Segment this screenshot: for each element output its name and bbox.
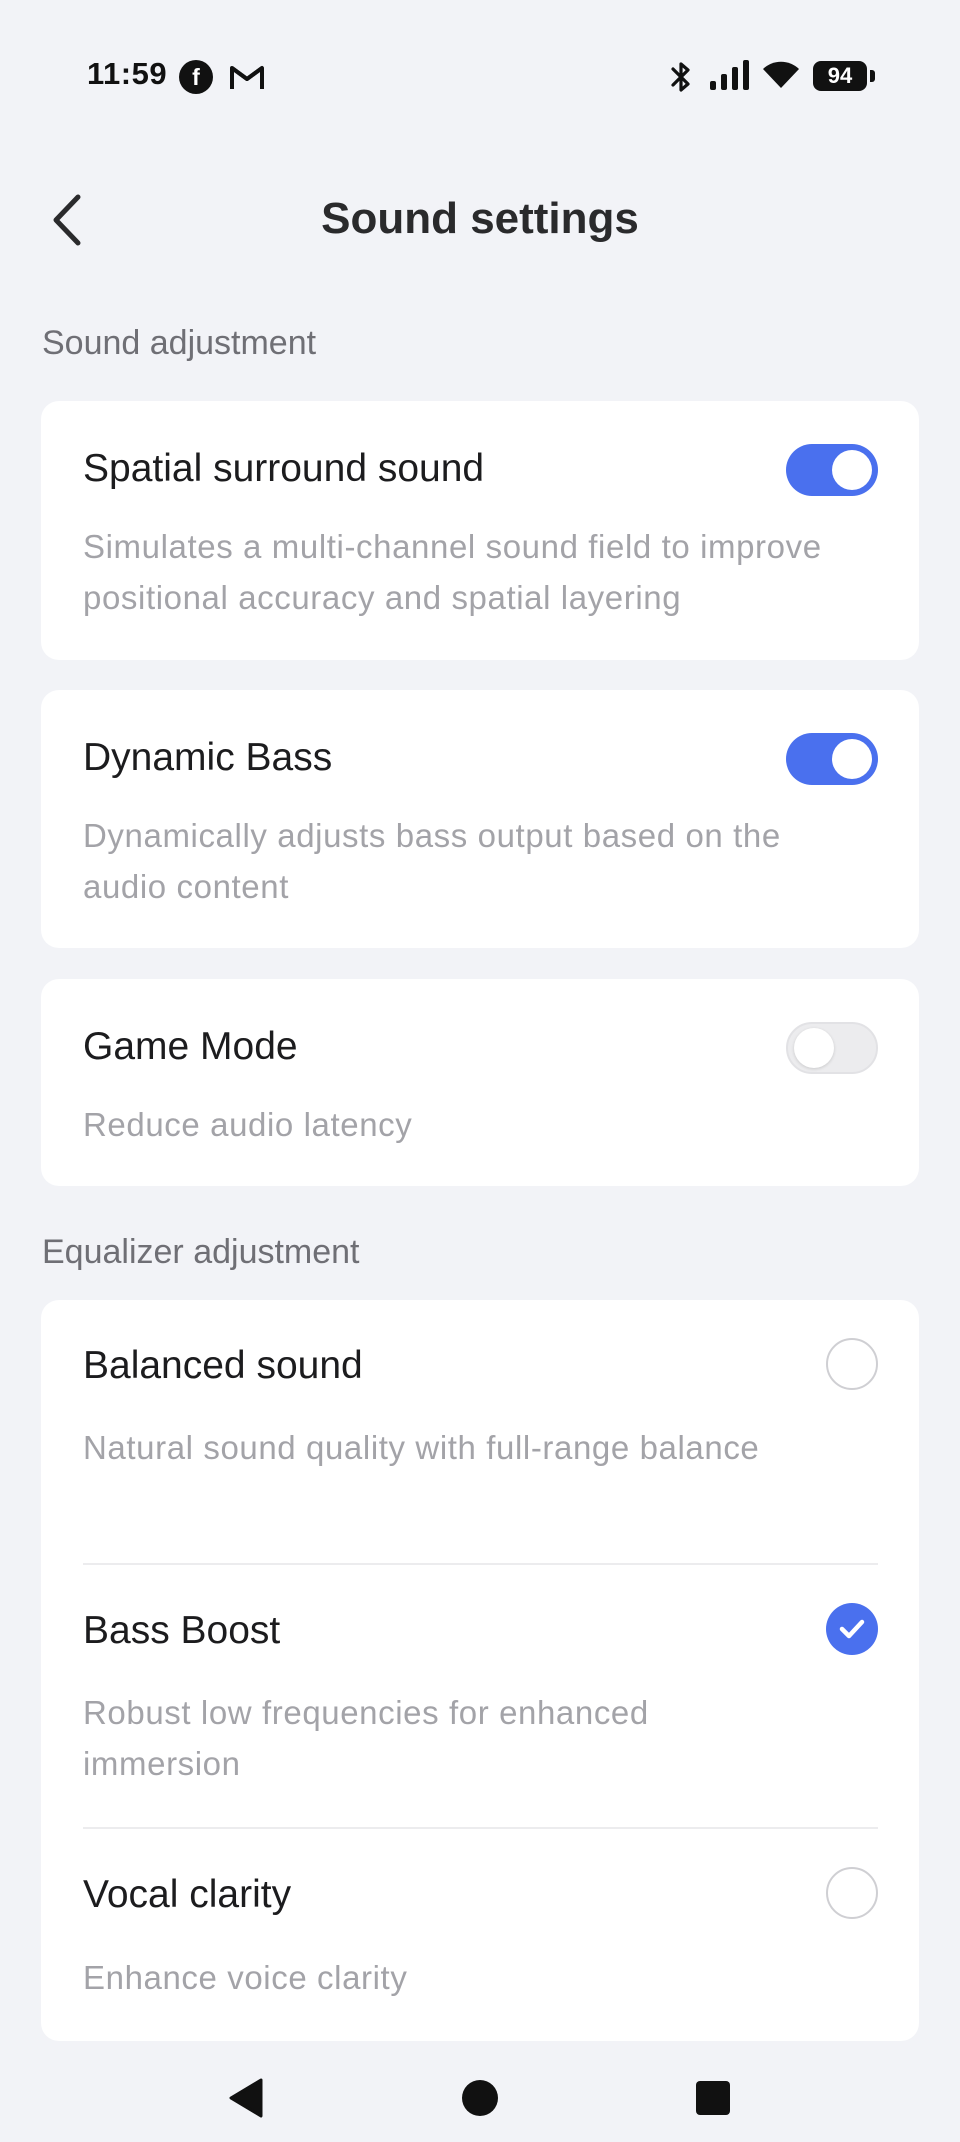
page-title: Sound settings xyxy=(321,194,639,243)
game-mode-toggle[interactable] xyxy=(786,1022,878,1074)
card-spatial-surround-sound: Spatial surround sound Simulates a multi… xyxy=(41,401,919,660)
cell-signal-icon xyxy=(710,60,749,90)
spatial-surround-description: Simulates a multi-channel sound field to… xyxy=(83,528,822,616)
nav-home-button[interactable] xyxy=(450,2068,510,2128)
square-recents-icon xyxy=(696,2081,730,2115)
nav-recents-button[interactable] xyxy=(683,2068,743,2128)
dynamic-bass-description: Dynamically adjusts bass output based on… xyxy=(83,817,781,905)
vocal-clarity-description: Enhance voice clarity xyxy=(83,1959,408,1996)
vocal-clarity-radio[interactable] xyxy=(826,1867,878,1919)
status-time: 11:59 xyxy=(87,56,168,91)
toggle-knob xyxy=(794,1028,834,1068)
equalizer-card: Balanced sound Natural sound quality wit… xyxy=(41,1300,919,2041)
bass-boost-radio[interactable] xyxy=(826,1603,878,1655)
divider xyxy=(83,1827,878,1829)
card-dynamic-bass: Dynamic Bass Dynamically adjusts bass ou… xyxy=(41,690,919,948)
nav-back-button[interactable] xyxy=(216,2068,276,2128)
triangle-back-icon xyxy=(229,2078,263,2118)
card-game-mode: Game Mode Reduce audio latency xyxy=(41,979,919,1186)
spatial-surround-toggle[interactable] xyxy=(786,444,878,496)
game-mode-description: Reduce audio latency xyxy=(83,1106,413,1143)
dynamic-bass-toggle[interactable] xyxy=(786,733,878,785)
battery-level: 94 xyxy=(813,61,867,91)
bass-boost-title: Bass Boost xyxy=(83,1609,281,1652)
dynamic-bass-title: Dynamic Bass xyxy=(83,736,333,779)
header: Sound settings xyxy=(0,170,960,270)
balanced-sound-title: Balanced sound xyxy=(83,1344,363,1387)
battery-cap xyxy=(870,70,875,82)
system-nav-bar xyxy=(0,2040,960,2142)
checkmark-icon xyxy=(839,1619,865,1639)
toggle-knob xyxy=(832,739,872,779)
status-bar: 11:59 f 94 xyxy=(0,0,960,150)
circle-home-icon xyxy=(462,2080,498,2116)
facebook-icon: f xyxy=(179,60,213,94)
section-label-equalizer: Equalizer adjustment xyxy=(42,1233,360,1271)
vocal-clarity-title: Vocal clarity xyxy=(83,1873,292,1916)
divider xyxy=(83,1563,878,1565)
game-mode-title: Game Mode xyxy=(83,1025,298,1068)
gmail-icon xyxy=(230,66,264,89)
bluetooth-icon xyxy=(671,62,690,92)
toggle-knob xyxy=(832,450,872,490)
bass-boost-description: Robust low frequencies for enhanced imme… xyxy=(83,1694,649,1782)
balanced-sound-radio[interactable] xyxy=(826,1338,878,1390)
balanced-sound-description: Natural sound quality with full-range ba… xyxy=(83,1429,760,1466)
spatial-surround-title: Spatial surround sound xyxy=(83,447,485,490)
wifi-icon xyxy=(763,61,799,88)
section-label-sound-adjustment: Sound adjustment xyxy=(42,324,317,362)
